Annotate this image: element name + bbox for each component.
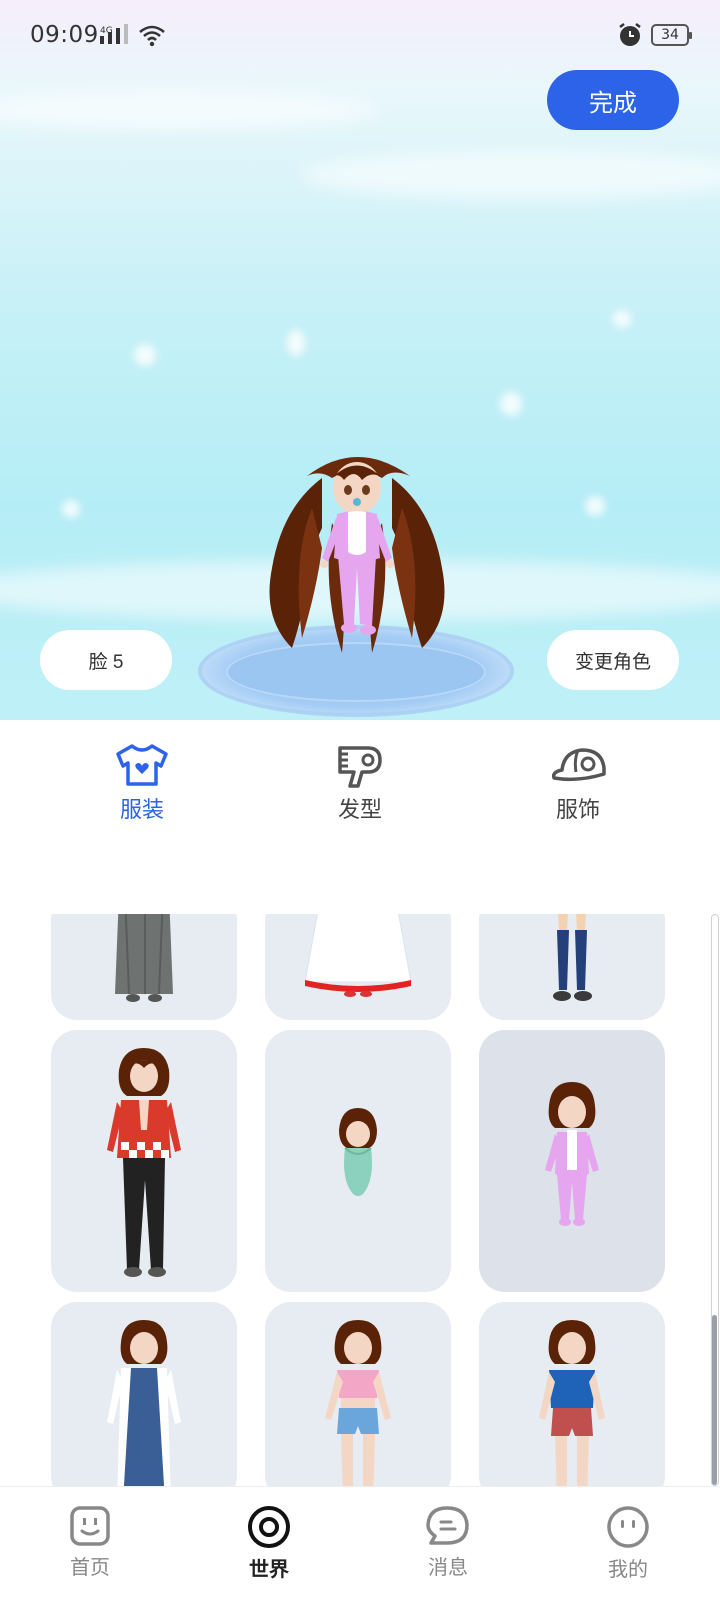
face-selector-button[interactable]: 脸 5	[40, 630, 172, 690]
blue-dress-cardigan-outfit	[107, 1320, 181, 1486]
profile-smile-icon	[607, 1506, 649, 1548]
nav-profile[interactable]: 我的	[578, 1505, 678, 1582]
outfit-grid	[0, 914, 720, 1486]
outfit-card[interactable]	[51, 1030, 237, 1292]
tab-accessories[interactable]: 服饰	[518, 742, 638, 824]
status-time: 09:09	[30, 22, 99, 48]
tab-clothing-label: 服装	[119, 798, 164, 823]
pink-baby-suit-outfit	[545, 1082, 599, 1226]
character-preview-scene: 09:09 4G 34 完成 脸 5 变更角色	[0, 0, 720, 720]
outfit-card[interactable]	[479, 914, 665, 1020]
nav-messages-label: 消息	[428, 1555, 468, 1579]
battery-indicator: 34	[651, 24, 692, 46]
grid-scrollbar[interactable]	[711, 914, 719, 1486]
blue-top-red-shorts-outfit	[539, 1320, 605, 1486]
tab-accessories-label: 服饰	[555, 798, 600, 823]
screen: 09:09 4G 34 完成 脸 5 变更角色 服装 发型 服饰 首页 世界 消…	[0, 0, 720, 1600]
baby-swaddle-outfit	[339, 1108, 377, 1196]
category-tabs: 服装 发型 服饰	[0, 720, 720, 830]
grey-long-skirt-outfit	[115, 914, 173, 1002]
outfit-card[interactable]	[51, 1302, 237, 1486]
world-target-icon	[248, 1506, 290, 1548]
tab-hairstyle[interactable]: 发型	[300, 742, 420, 824]
nav-home-label: 首页	[70, 1555, 110, 1579]
nav-profile-label: 我的	[608, 1557, 648, 1581]
tab-clothing[interactable]: 服装	[82, 742, 202, 824]
outfit-card[interactable]	[479, 1302, 665, 1486]
nav-world-label: 世界	[249, 1557, 289, 1581]
outfit-card[interactable]	[265, 914, 451, 1020]
wifi-icon	[139, 25, 165, 47]
outfit-card-selected[interactable]	[479, 1030, 665, 1292]
message-bubble-icon	[426, 1506, 469, 1545]
white-red-dress-outfit	[304, 914, 412, 997]
cellular-signal-icon: 4G	[100, 24, 128, 44]
cap-icon	[551, 748, 606, 782]
outfit-card[interactable]	[265, 1302, 451, 1486]
home-face-icon	[70, 1506, 110, 1546]
pink-top-denim-shorts-outfit	[325, 1320, 391, 1486]
change-role-button[interactable]: 变更角色	[547, 630, 679, 690]
bottom-navigation: 首页 世界 消息 我的	[0, 1486, 720, 1600]
nav-home[interactable]: 首页	[40, 1505, 140, 1580]
scrollbar-thumb[interactable]	[712, 1315, 717, 1485]
outfit-card[interactable]	[265, 1030, 451, 1292]
red-checker-jacket-outfit	[107, 1048, 181, 1277]
navy-socks-outfit	[553, 914, 592, 1001]
tshirt-icon	[116, 744, 168, 786]
status-bar: 09:09 4G 34	[0, 0, 720, 72]
alarm-clock-icon	[619, 23, 641, 46]
hair-dryer-icon	[338, 746, 382, 788]
nav-world[interactable]: 世界	[219, 1505, 319, 1582]
tab-hairstyle-label: 发型	[337, 798, 382, 823]
character-model[interactable]	[262, 448, 452, 678]
nav-messages[interactable]: 消息	[398, 1505, 498, 1580]
outfit-card[interactable]	[51, 914, 237, 1020]
done-button[interactable]: 完成	[547, 70, 679, 130]
